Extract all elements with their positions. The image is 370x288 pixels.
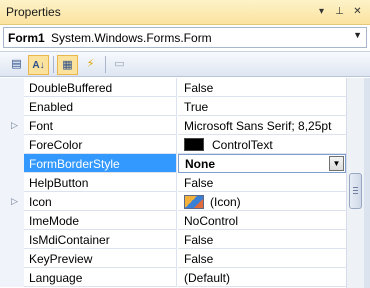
property-name: KeyPreview [24,249,177,268]
color-swatch [184,138,204,151]
property-value[interactable]: False [178,173,346,192]
auto-hide-pin-icon[interactable]: ⊥ [332,4,347,20]
close-icon[interactable]: ✕ [350,4,365,20]
properties-toolbar: ▤ A↓ ▦ ⚡ ▭ [0,51,370,77]
property-row-enabled[interactable]: Enabled True [0,97,346,116]
property-row-doublebuffered[interactable]: DoubleBuffered False [0,78,346,97]
property-value-dropdown[interactable]: None ▼ [178,154,346,173]
property-value[interactable]: Microsoft Sans Serif; 8,25pt [178,116,346,135]
window-position-dropdown-icon[interactable]: ▾ [314,4,329,20]
object-type: System.Windows.Forms.Form [51,31,212,45]
property-value[interactable]: True [178,97,346,116]
property-row-language[interactable]: Language (Default) [0,268,346,287]
property-value[interactable]: False [178,249,346,268]
property-name: HelpButton [24,173,177,192]
property-name: Enabled [24,97,177,116]
window-title: Properties [6,5,61,19]
property-name: ForeColor [24,135,177,154]
property-row-keypreview[interactable]: KeyPreview False [0,249,346,268]
property-row-icon[interactable]: ▷ Icon (Icon) [0,192,346,211]
categorized-view-button[interactable]: ▤ [6,55,27,75]
property-name: DoubleBuffered [24,78,177,97]
property-row-forecolor[interactable]: ForeColor ControlText [0,135,346,154]
form-icon-thumbnail [184,195,204,209]
scrollbar-thumb[interactable] [349,173,362,209]
property-name: IsMdiContainer [24,230,177,249]
property-value[interactable]: False [178,78,346,97]
object-selector[interactable]: Form1 System.Windows.Forms.Form ▼ [3,27,367,48]
icon-value: (Icon) [210,195,241,209]
expand-arrow-icon[interactable]: ▷ [11,196,18,207]
property-row-helpbutton[interactable]: HelpButton False [0,173,346,192]
property-grid: DoubleBuffered False Enabled True ▷ Font… [0,78,346,288]
property-name: ImeMode [24,211,177,230]
toolbar-separator [105,56,106,73]
properties-view-button[interactable]: ▦ [57,55,78,75]
property-name: Font [24,116,177,135]
color-value: ControlText [212,138,273,152]
property-value[interactable]: False [178,230,346,249]
toolbar-separator [53,56,54,73]
property-value[interactable]: NoControl [178,211,346,230]
panel-border [364,78,370,288]
property-row-ismdicontainer[interactable]: IsMdiContainer False [0,230,346,249]
vertical-scrollbar[interactable] [346,78,364,288]
object-name: Form1 [8,31,45,45]
expand-arrow-icon[interactable]: ▷ [11,120,18,131]
dropdown-arrow-icon[interactable]: ▼ [329,156,344,171]
events-view-button[interactable]: ⚡ [80,55,101,75]
property-value[interactable]: (Icon) [178,192,346,211]
property-value[interactable]: (Default) [178,268,346,287]
property-name: FormBorderStyle [24,154,177,173]
chevron-down-icon[interactable]: ▼ [353,30,362,40]
property-name: Icon [24,192,177,211]
property-row-font[interactable]: ▷ Font Microsoft Sans Serif; 8,25pt [0,116,346,135]
alphabetical-view-button[interactable]: A↓ [28,55,49,75]
property-row-formborderstyle[interactable]: FormBorderStyle None ▼ [0,154,346,173]
property-pages-button[interactable]: ▭ [109,55,130,75]
property-row-imemode[interactable]: ImeMode NoControl [0,211,346,230]
property-value[interactable]: ControlText [178,135,346,154]
properties-title-bar: Properties ▾ ⊥ ✕ [0,0,370,25]
selected-value: None [185,157,215,171]
property-name: Language [24,268,177,287]
